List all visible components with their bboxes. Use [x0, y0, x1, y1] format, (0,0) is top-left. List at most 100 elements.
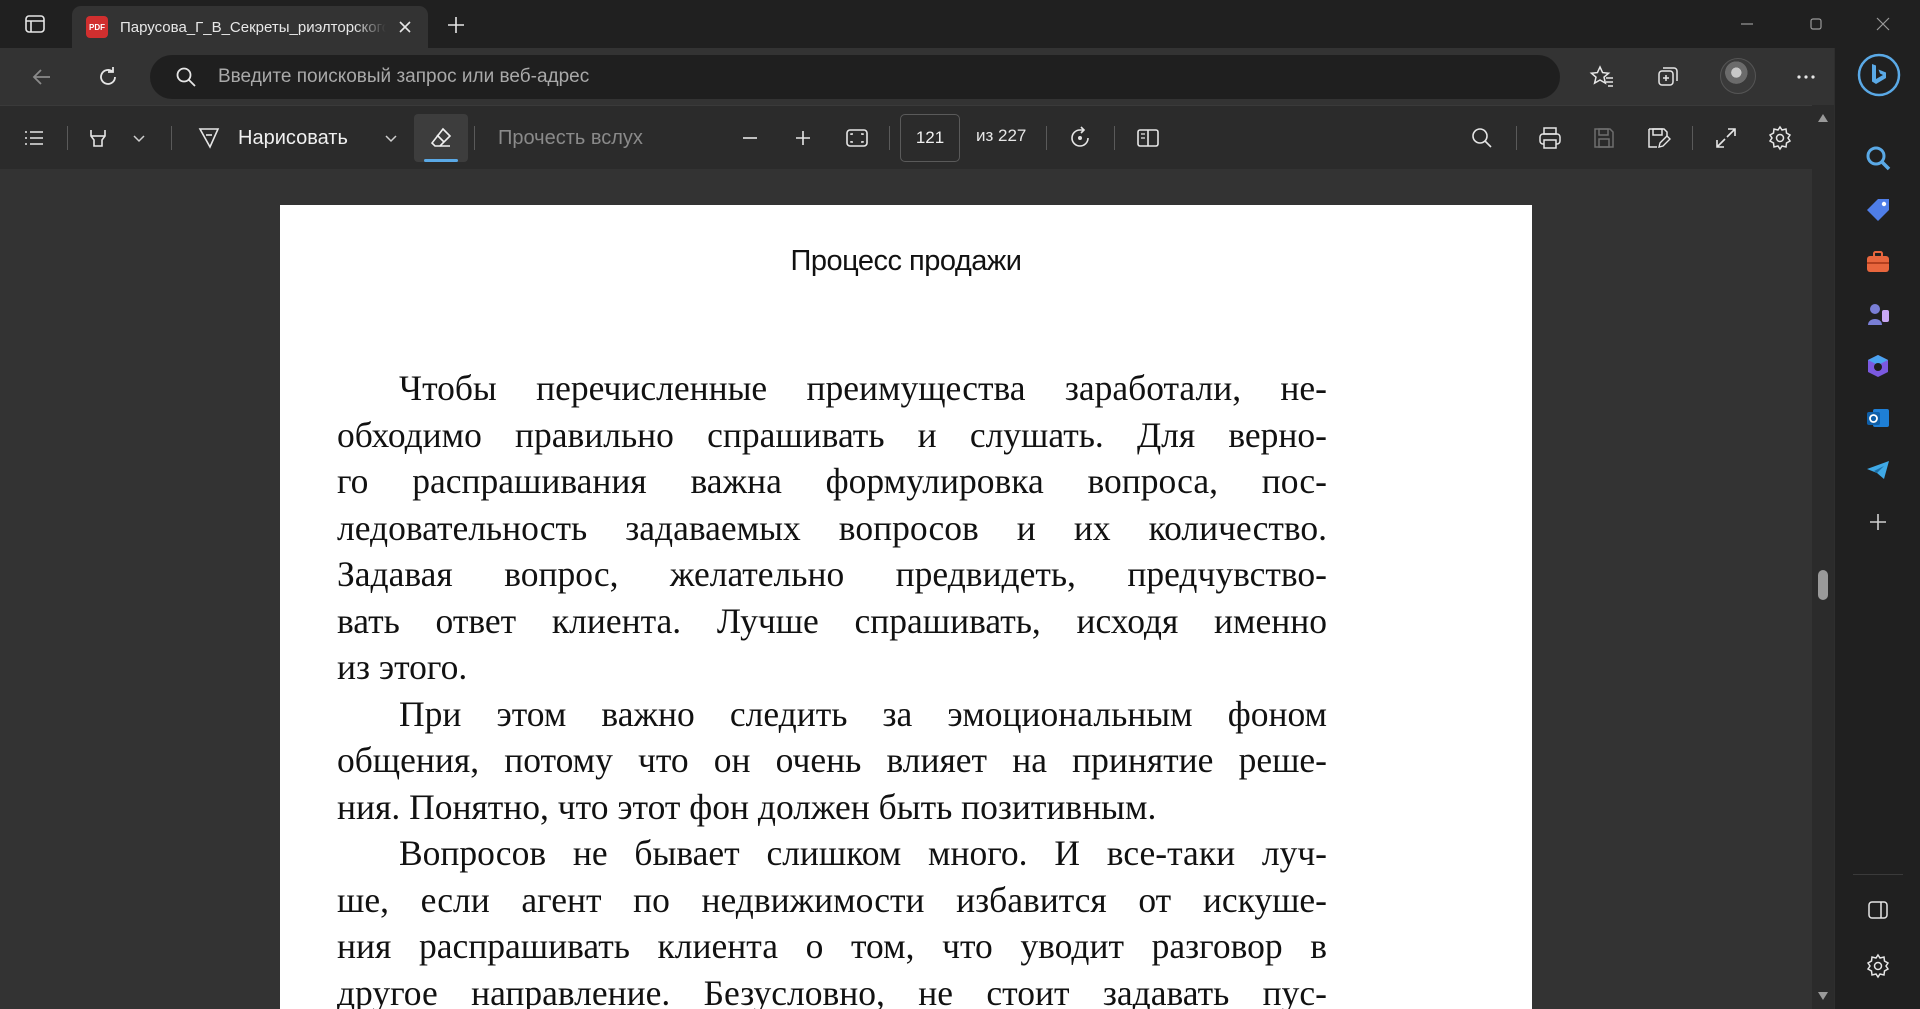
search-icon: [1472, 128, 1492, 148]
sidebar-telegram-button[interactable]: [1856, 448, 1900, 492]
triangle-down-icon: [1818, 992, 1828, 1000]
sidebar-add-button[interactable]: [1856, 500, 1900, 544]
text-line: вать ответ клиента. Лучше спрашивать, ис…: [337, 600, 1327, 641]
tab-actions-icon: [25, 15, 45, 33]
pdf-file-icon: PDF: [86, 16, 108, 38]
telegram-icon: [1867, 461, 1889, 479]
sidebar-shopping-button[interactable]: [1856, 188, 1900, 232]
scroll-down-button[interactable]: [1816, 989, 1830, 1003]
pdf-page: Процесс продажи Чтобы перечисленные преи…: [280, 205, 1532, 1009]
rotate-button[interactable]: [1060, 118, 1100, 158]
text-line: Чтобы перечисленные преимущества заработ…: [399, 368, 1327, 408]
refresh-button[interactable]: [88, 57, 128, 97]
toolbar-divider: [1114, 126, 1115, 150]
triangle-up-icon: [1818, 114, 1828, 122]
fit-page-icon: [846, 129, 868, 147]
edge-sidebar: [1834, 48, 1920, 1009]
address-placeholder: Введите поисковый запрос или веб-адрес: [218, 66, 590, 87]
tab-close-button[interactable]: [392, 14, 418, 40]
highlight-button[interactable]: [78, 118, 118, 158]
save-button[interactable]: [1584, 118, 1624, 158]
sidebar-games-button[interactable]: [1856, 292, 1900, 336]
favorites-button[interactable]: [1582, 57, 1622, 97]
search-icon: [174, 65, 198, 89]
page-text: Чтобы перечисленные преимущества заработ…: [337, 365, 1327, 1009]
paragraph: Вопросов не бывает слишком много. И все-…: [337, 830, 1327, 1009]
tab-active[interactable]: PDF Парусова_Г_В_Секреты_риэлторского_би…: [72, 6, 428, 48]
close-window-icon: [1876, 17, 1890, 31]
running-head: Процесс продажи: [790, 245, 1022, 277]
zoom-out-button[interactable]: [730, 118, 770, 158]
highlight-options-button[interactable]: [124, 118, 154, 158]
copilot-button[interactable]: [1856, 52, 1902, 98]
zoom-in-button[interactable]: [783, 118, 823, 158]
eraser-icon: [430, 127, 452, 147]
sidebar-hide-button[interactable]: [1856, 888, 1900, 932]
find-button[interactable]: [1462, 118, 1502, 158]
text-line: обходимо правильно спрашивать и слушать.…: [337, 414, 1327, 455]
sidebar-settings-button[interactable]: [1856, 944, 1900, 988]
close-window-button[interactable]: [1856, 4, 1910, 44]
scroll-up-button[interactable]: [1816, 111, 1830, 125]
toolbar-divider: [67, 126, 68, 150]
back-button[interactable]: [22, 57, 62, 97]
settings-icon: [1866, 953, 1890, 979]
bing-copilot-icon: [1857, 53, 1901, 97]
text-line: другое направление. Безусловно, не стоит…: [337, 972, 1327, 1009]
pdf-settings-button[interactable]: [1760, 118, 1800, 158]
two-page-icon: [1137, 129, 1159, 147]
pdf-viewer[interactable]: Процесс продажи Чтобы перечисленные преи…: [0, 169, 1812, 1009]
scrollbar-thumb[interactable]: [1818, 570, 1828, 600]
contents-button[interactable]: [14, 118, 54, 158]
title-bar: PDF Парусова_Г_В_Секреты_риэлторского_би…: [0, 0, 1920, 48]
profile-avatar[interactable]: [1720, 58, 1756, 94]
sidebar-office-button[interactable]: [1856, 344, 1900, 388]
minimize-button[interactable]: [1720, 4, 1774, 44]
refresh-icon: [100, 67, 116, 85]
sidebar-tools-button[interactable]: [1856, 240, 1900, 284]
address-bar[interactable]: Введите поисковый запрос или веб-адрес: [150, 55, 1560, 99]
toolbar-divider: [1516, 126, 1517, 150]
draw-pen-icon: [198, 128, 220, 149]
save-as-icon: [1648, 128, 1671, 148]
collections-button[interactable]: [1648, 57, 1688, 97]
rotate-icon: [1071, 126, 1089, 147]
toolbar-divider: [1692, 126, 1693, 150]
sidebar-search-button[interactable]: [1856, 136, 1900, 180]
restore-icon: [1810, 18, 1822, 30]
vertical-scrollbar[interactable]: [1812, 105, 1834, 1009]
fullscreen-button[interactable]: [1706, 118, 1746, 158]
save-disk-icon: [1594, 128, 1614, 148]
draw-options-button[interactable]: [376, 118, 406, 158]
pdf-toolbar: Нарисовать Прочесть вслух 121 из 227: [0, 105, 1812, 169]
restore-button[interactable]: [1789, 4, 1843, 44]
eraser-button[interactable]: [414, 114, 468, 162]
read-aloud-button[interactable]: Прочесть вслух: [498, 118, 678, 158]
page-view-button[interactable]: [1128, 118, 1168, 158]
text-line: ледовательность задаваемых вопросов и их…: [337, 507, 1327, 548]
printer-icon: [1539, 127, 1561, 149]
page-total: из 227: [976, 126, 1027, 145]
page-number-input[interactable]: 121: [900, 114, 960, 162]
save-as-button[interactable]: [1638, 118, 1678, 158]
text-line: ния распрашивать клиента о том, что увод…: [337, 926, 1327, 966]
list-icon: [25, 131, 43, 145]
toolbar-divider: [1046, 126, 1047, 150]
print-button[interactable]: [1530, 118, 1570, 158]
more-dots-icon: [1797, 75, 1815, 79]
paragraph: При этом важно следить за эмоциональным …: [337, 691, 1327, 831]
text-line: ше, если агент по недвижимости избавится…: [337, 879, 1327, 920]
office-icon: [1868, 355, 1888, 377]
fit-to-page-button[interactable]: [837, 118, 877, 158]
text-line: Вопросов не бывает слишком много. И все-…: [399, 833, 1327, 873]
text-line: го распрашивания важна формулировка вопр…: [337, 461, 1327, 501]
more-menu-button[interactable]: [1786, 57, 1826, 97]
tab-actions-button[interactable]: [14, 9, 56, 39]
plus-icon: [796, 131, 810, 145]
plus-icon: [448, 17, 464, 33]
chevron-down-icon: [133, 135, 145, 143]
new-tab-button[interactable]: [440, 10, 472, 40]
minimize-icon: [1741, 23, 1753, 25]
sidebar-outlook-button[interactable]: [1856, 396, 1900, 440]
text-line: Задавая вопрос, желательно предвидеть, п…: [337, 554, 1327, 594]
